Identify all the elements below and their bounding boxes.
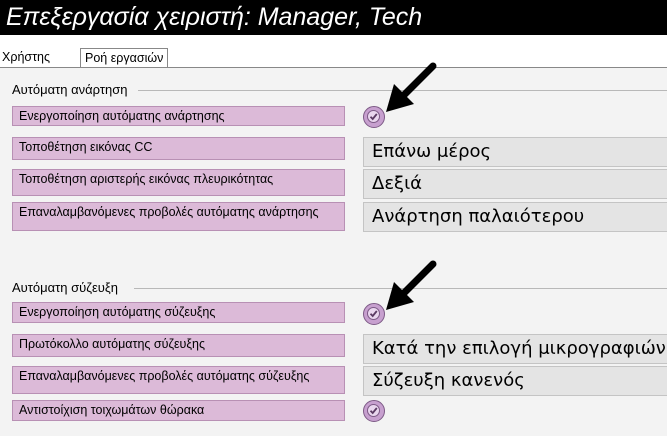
auto-pair-repeated-views-label: Επαναλαμβανόμενες προβολές αυτόματης σύζ… bbox=[12, 366, 345, 394]
auto-pair-protocol-select[interactable]: Κατά την επιλογή μικρογραφιών bbox=[363, 334, 667, 364]
workflow-panel: Αυτόματη ανάρτηση Ενεργοποίηση αυτόματης… bbox=[0, 67, 667, 436]
left-laterality-position-label: Τοποθέτηση αριστερής εικόνας πλευρικότητ… bbox=[12, 169, 345, 196]
tab-users[interactable]: Χρήστης bbox=[2, 48, 50, 66]
enable-auto-hang-label: Ενεργοποίηση αυτόματης ανάρτησης bbox=[12, 106, 345, 126]
chest-wall-match-label: Αντιστοίχιση τοιχωμάτων θώρακα bbox=[12, 400, 345, 421]
window-title: Επεξεργασία χειριστή: Manager, Tech bbox=[0, 0, 667, 35]
callout-arrow-icon bbox=[386, 62, 437, 112]
left-laterality-position-select[interactable]: Δεξιά bbox=[363, 169, 667, 199]
callout-arrow-icon bbox=[386, 260, 437, 310]
enable-auto-pair-label: Ενεργοποίηση αυτόματης σύζευξης bbox=[12, 302, 345, 323]
auto-hang-repeated-views-label: Επαναλαμβανόμενες προβολές αυτόματης ανά… bbox=[12, 202, 345, 231]
auto-hang-heading: Αυτόματη ανάρτηση bbox=[12, 82, 128, 97]
auto-hang-repeated-views-select[interactable]: Ανάρτηση παλαιότερου bbox=[363, 202, 667, 232]
check-circle-icon bbox=[367, 404, 380, 417]
auto-pair-protocol-label: Πρωτόκολλο αυτόματης σύζευξης bbox=[12, 334, 345, 357]
cc-image-position-label: Τοποθέτηση εικόνας CC bbox=[12, 137, 345, 160]
chest-wall-match-checkbox[interactable] bbox=[363, 400, 385, 422]
cc-image-position-select[interactable]: Επάνω μέρος bbox=[363, 137, 667, 167]
auto-pair-heading: Αυτόματη σύζευξη bbox=[12, 280, 118, 295]
auto-pair-repeated-views-select[interactable]: Σύζευξη κανενός bbox=[363, 366, 667, 396]
tab-workflow[interactable]: Ροή εργασιών bbox=[80, 48, 169, 68]
